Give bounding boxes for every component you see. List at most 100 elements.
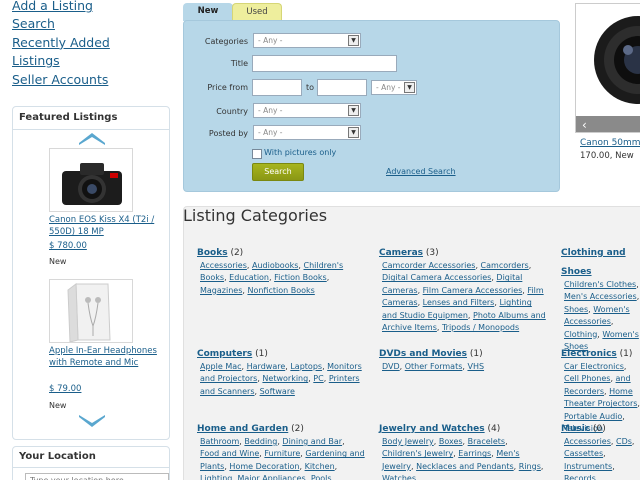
- subcategory-link[interactable]: Other Formats: [405, 362, 463, 371]
- subcategory-link[interactable]: Hardware: [247, 362, 286, 371]
- title-input[interactable]: [252, 55, 397, 72]
- subcategory-link[interactable]: Instruments: [564, 462, 612, 471]
- subcategory-link[interactable]: Software: [260, 387, 295, 396]
- subcategory-link[interactable]: Nonfiction Books: [247, 286, 314, 295]
- nav-add-listing[interactable]: Add a Listing: [12, 0, 172, 15]
- subcategory-link[interactable]: Bathroom: [200, 437, 239, 446]
- search-button[interactable]: Search: [252, 163, 304, 181]
- subcategory-link[interactable]: Fiction Books: [274, 273, 327, 282]
- subcategory-link[interactable]: Dining and Bar: [282, 437, 342, 446]
- chevron-down-icon[interactable]: [79, 415, 105, 429]
- subcategory-link[interactable]: Children's Jewelry: [382, 449, 453, 458]
- category-count: (2): [227, 248, 244, 258]
- featured-condition-0: New: [49, 257, 67, 266]
- category-name[interactable]: Home and Garden: [197, 424, 288, 434]
- subcategory-link[interactable]: Car Electronics: [564, 362, 624, 371]
- featured-thumb-headphones[interactable]: [49, 279, 133, 343]
- featured-condition-1: New: [49, 401, 67, 410]
- category-name[interactable]: Electronics: [561, 349, 617, 359]
- subcategory-link[interactable]: PC: [313, 374, 323, 383]
- subcategory-link[interactable]: Accessories: [564, 437, 611, 446]
- subcategory-link[interactable]: Camcorders: [481, 261, 529, 270]
- nav-recently-added[interactable]: Recently Added: [12, 34, 172, 52]
- subcategory-link[interactable]: Lighting: [200, 474, 232, 480]
- featured-thumb-camera[interactable]: [49, 148, 133, 212]
- subcategory-link[interactable]: Shoes: [564, 305, 588, 314]
- subcategory-link[interactable]: Tripods / Monopods: [442, 323, 519, 332]
- category-title-row: Music (0): [561, 416, 640, 435]
- advanced-search-link[interactable]: Advanced Search: [386, 167, 456, 176]
- category-title-row: Clothing and Shoes: [561, 240, 640, 278]
- category-name[interactable]: Music: [561, 424, 590, 434]
- currency-select[interactable]: - Any - ▼: [371, 80, 417, 95]
- subcategory-link[interactable]: VHS: [467, 362, 484, 371]
- subcategory-link[interactable]: Magazines: [200, 286, 242, 295]
- tab-used[interactable]: Used: [232, 3, 282, 21]
- category-title-row: DVDs and Movies (1): [379, 341, 549, 360]
- tab-new[interactable]: New: [183, 3, 233, 21]
- nav-listings[interactable]: Listings: [12, 52, 172, 70]
- chevron-left-icon[interactable]: ‹: [582, 118, 587, 132]
- subcategory-link[interactable]: Bracelets: [468, 437, 505, 446]
- subcategory-link[interactable]: Film Camera Accessories: [423, 286, 523, 295]
- category-count: (1): [467, 349, 483, 359]
- subcategory-link[interactable]: Pools: [311, 474, 332, 480]
- price-from-input[interactable]: [252, 79, 302, 96]
- category-name[interactable]: Computers: [197, 349, 252, 359]
- location-input[interactable]: [25, 473, 169, 480]
- subcategory-link[interactable]: Kitchen: [305, 462, 335, 471]
- subcategory-link[interactable]: Home Decoration: [229, 462, 299, 471]
- subcategory-link[interactable]: Laptops: [290, 362, 322, 371]
- subcategory-link[interactable]: Camcorder Accessories: [382, 261, 475, 270]
- posted-by-select[interactable]: - Any - ▼: [253, 125, 361, 140]
- featured-title-1[interactable]: Apple In-Ear Headphones with Remote and …: [49, 345, 159, 369]
- with-pictures-label[interactable]: With pictures only: [264, 148, 336, 157]
- slideshow-title[interactable]: Canon 50mm F: [580, 138, 640, 148]
- subcategory-link[interactable]: Watches: [382, 474, 416, 480]
- subcategory-link[interactable]: Lenses and Filters: [423, 298, 495, 307]
- subcategory-link[interactable]: Digital Camera Accessories: [382, 273, 491, 282]
- subcategory-link[interactable]: Major Appliances: [237, 474, 305, 480]
- nav-seller-accounts[interactable]: Seller Accounts: [12, 71, 172, 89]
- slideshow[interactable]: ‹: [575, 3, 640, 133]
- subcategory-link[interactable]: DVD: [382, 362, 400, 371]
- chevron-down-icon: ▼: [404, 82, 415, 93]
- with-pictures-checkbox[interactable]: [252, 149, 262, 159]
- category-name[interactable]: Clothing and Shoes: [561, 248, 626, 277]
- subcategory-link[interactable]: Networking: [262, 374, 308, 383]
- category-name[interactable]: DVDs and Movies: [379, 349, 467, 359]
- subcategory-link[interactable]: Rings: [519, 462, 541, 471]
- subcategory-link[interactable]: Boxes: [439, 437, 463, 446]
- category-name[interactable]: Jewelry and Watches: [379, 424, 485, 434]
- featured-price-0[interactable]: $ 780.00: [49, 241, 87, 251]
- subcategory-link[interactable]: Apple Mac: [200, 362, 242, 371]
- subcategory-link[interactable]: Records: [564, 474, 596, 480]
- label-posted-by: Posted by: [208, 129, 248, 138]
- subcategory-link[interactable]: Children's Clothes: [564, 280, 636, 289]
- subcategory-link[interactable]: Necklaces and Pendants: [416, 462, 514, 471]
- subcategory-link[interactable]: Cell Phones: [564, 374, 610, 383]
- country-select[interactable]: - Any - ▼: [253, 103, 361, 118]
- subcategory-link[interactable]: CDs: [616, 437, 632, 446]
- subcategory-link[interactable]: Bedding: [244, 437, 277, 446]
- headphones-image-icon: [67, 283, 111, 342]
- category-title-row: Jewelry and Watches (4): [379, 416, 549, 435]
- subcategory-link[interactable]: Body Jewelry: [382, 437, 434, 446]
- categories-select[interactable]: - Any - ▼: [253, 33, 361, 48]
- subcategory-link[interactable]: Earrings: [458, 449, 491, 458]
- subcategory-link[interactable]: Education: [229, 273, 269, 282]
- subcategory-link[interactable]: Furniture: [264, 449, 300, 458]
- featured-price-1[interactable]: $ 79.00: [49, 384, 81, 394]
- subcategory-link[interactable]: Cassettes: [564, 449, 603, 458]
- subcategory-link[interactable]: Food and Wine: [200, 449, 259, 458]
- subcategory-link[interactable]: Men's Accessories: [564, 292, 637, 301]
- subcategory-link[interactable]: Accessories: [200, 261, 247, 270]
- category-name[interactable]: Books: [197, 248, 228, 258]
- subcategory-link[interactable]: Audiobooks: [252, 261, 298, 270]
- nav-search[interactable]: Search: [12, 15, 172, 33]
- category-name[interactable]: Cameras: [379, 248, 423, 258]
- price-to-input[interactable]: [317, 79, 367, 96]
- chevron-up-icon[interactable]: [79, 131, 105, 145]
- subcategory-link[interactable]: Clothing: [564, 330, 597, 339]
- featured-title-0[interactable]: Canon EOS Kiss X4 (T2i / 550D) 18 MP: [49, 214, 159, 238]
